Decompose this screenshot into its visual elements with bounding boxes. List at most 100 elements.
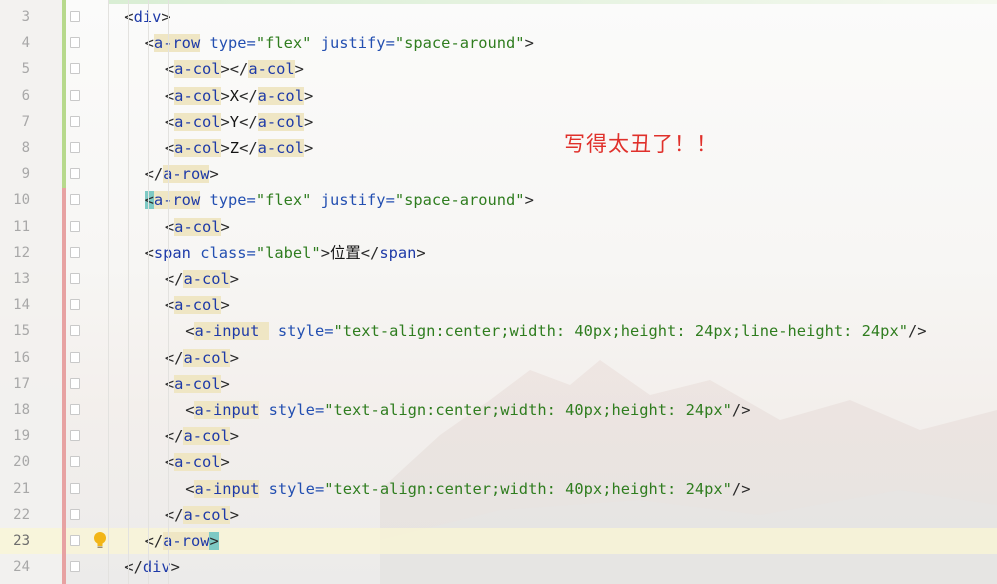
fold-icon[interactable] (70, 404, 80, 415)
code-token: > (229, 505, 240, 524)
code-text[interactable]: </a-col> (165, 266, 239, 292)
code-text[interactable]: </a-col> (165, 423, 239, 449)
fold-icon[interactable] (70, 63, 80, 75)
code-line[interactable]: 12 <span class="label">位置</span> (0, 240, 997, 266)
code-text[interactable]: <a-row type="flex" justify="space-around… (144, 187, 534, 213)
code-line[interactable]: 14 <a-col> (0, 292, 997, 318)
code-line[interactable]: 23 </a-row> (0, 528, 997, 555)
code-token: > (303, 139, 314, 157)
code-token: "flex" (255, 191, 312, 210)
code-line[interactable]: 15 <a-input style="text-align:center;widt… (0, 318, 997, 344)
code-text[interactable]: <a-input style="text-align:center;width:… (185, 476, 750, 502)
fold-icon[interactable] (70, 246, 80, 258)
code-token: </ (360, 243, 380, 262)
code-token: > (209, 165, 219, 184)
code-line[interactable]: 10 <a-row type="flex" justify="space-arou… (0, 187, 997, 213)
code-line[interactable]: 5 <a-col></a-col> (0, 56, 997, 82)
code-text[interactable]: <a-col> (165, 371, 230, 397)
code-text[interactable]: <a-input style="text-align:center;width:… (185, 318, 927, 344)
code-text[interactable]: </a-col> (165, 345, 239, 371)
code-token: > (209, 532, 219, 550)
fold-icon[interactable] (70, 299, 80, 311)
code-line[interactable]: 18 <a-input style="text-align:center;widt… (0, 397, 997, 423)
code-token: a-input (194, 401, 260, 419)
code-token: a-input (194, 479, 260, 498)
fold-icon[interactable] (70, 508, 80, 520)
fold-icon[interactable] (70, 561, 80, 573)
code-line[interactable]: 20 <a-col> (0, 449, 997, 475)
code-line[interactable]: 7 <a-col>Y</a-col> (0, 109, 997, 135)
code-text[interactable]: <a-col> (165, 214, 230, 240)
fold-icon[interactable] (70, 11, 80, 22)
code-line[interactable]: 8 <a-col>Z</a-col> (0, 135, 997, 161)
code-line[interactable]: 3<div> (0, 4, 997, 30)
code-token: > (303, 86, 314, 105)
code-line[interactable]: 6 <a-col>X</a-col> (0, 83, 997, 109)
code-text[interactable]: </div> (124, 554, 180, 580)
fold-icon[interactable] (70, 430, 80, 442)
code-line[interactable]: 22 </a-col> (0, 502, 997, 528)
fold-icon[interactable] (70, 535, 80, 546)
code-token: < (164, 86, 175, 105)
fold-icon[interactable] (70, 115, 80, 127)
code-token: > (161, 8, 171, 26)
code-text[interactable]: </a-row> (145, 528, 219, 554)
code-token: > (220, 217, 230, 236)
code-token: a-col (174, 296, 221, 315)
code-token: a-col (183, 505, 230, 524)
code-token: /> (731, 479, 751, 498)
code-text[interactable]: <a-col></a-col> (165, 56, 304, 82)
code-line[interactable]: 17 <a-col> (0, 371, 997, 397)
fold-icon[interactable] (70, 456, 80, 468)
fold-icon[interactable] (70, 482, 80, 494)
code-line[interactable]: 19 </a-col> (0, 423, 997, 449)
code-token: a-col (174, 217, 221, 236)
code-text[interactable]: <a-input style="text-align:center;width:… (185, 397, 750, 423)
code-token: > (524, 34, 534, 53)
code-token: type= (200, 191, 256, 210)
code-text[interactable]: <span class="label">位置</span> (145, 240, 426, 266)
code-line[interactable]: 11 <a-col> (0, 214, 997, 240)
code-line[interactable]: 13 </a-col> (0, 266, 997, 292)
code-text[interactable]: <a-row type="flex" justify="space-around… (145, 30, 534, 56)
code-line[interactable]: 9 </a-row> (0, 161, 997, 187)
code-text[interactable]: <a-col>X</a-col> (165, 83, 313, 109)
code-text[interactable]: </a-row> (145, 161, 219, 187)
fold-icon[interactable] (70, 273, 80, 284)
line-number: 8 (21, 140, 30, 156)
code-text[interactable]: <a-col> (165, 292, 230, 318)
code-token: > (229, 427, 240, 446)
code-text[interactable]: <a-col> (165, 449, 230, 475)
line-number: 15 (13, 323, 30, 340)
indent-guide (148, 0, 149, 584)
code-token: < (144, 34, 154, 53)
code-line[interactable]: 4 <a-row type="flex" justify="space-aroun… (0, 30, 997, 56)
code-line[interactable]: 16 </a-col> (0, 345, 997, 371)
fold-icon[interactable] (70, 220, 80, 232)
code-text[interactable]: </a-col> (165, 502, 239, 528)
fold-icon[interactable] (70, 142, 80, 153)
line-number: 24 (13, 559, 30, 576)
line-number: 16 (13, 349, 30, 366)
code-token: < (164, 374, 175, 393)
code-text[interactable]: <a-col>Y</a-col> (165, 109, 313, 135)
fold-icon[interactable] (70, 325, 80, 337)
code-token: a-col (257, 112, 304, 131)
fold-icon[interactable] (70, 89, 80, 101)
code-editor[interactable]: 3<div>4<a-row type="flex" justify="space… (0, 0, 997, 584)
fold-icon[interactable] (70, 168, 80, 180)
code-token: "text-align:center;width: 40px;height: 2… (333, 322, 908, 341)
line-number: 19 (13, 428, 30, 445)
vcs-change-marker[interactable] (62, 0, 66, 188)
vcs-change-marker[interactable] (62, 188, 66, 584)
fold-icon[interactable] (70, 377, 80, 389)
code-token: 位置 (329, 243, 361, 262)
fold-icon[interactable] (70, 37, 80, 49)
fold-icon[interactable] (70, 351, 80, 363)
code-line[interactable]: 21 <a-input style="text-align:center;widt… (0, 476, 997, 502)
lightbulb-icon[interactable] (93, 531, 107, 551)
fold-icon[interactable] (70, 194, 80, 206)
code-text[interactable]: <a-col>Z</a-col> (165, 135, 313, 161)
code-line[interactable]: 24 </div> (0, 554, 997, 580)
code-token: < (164, 139, 175, 157)
